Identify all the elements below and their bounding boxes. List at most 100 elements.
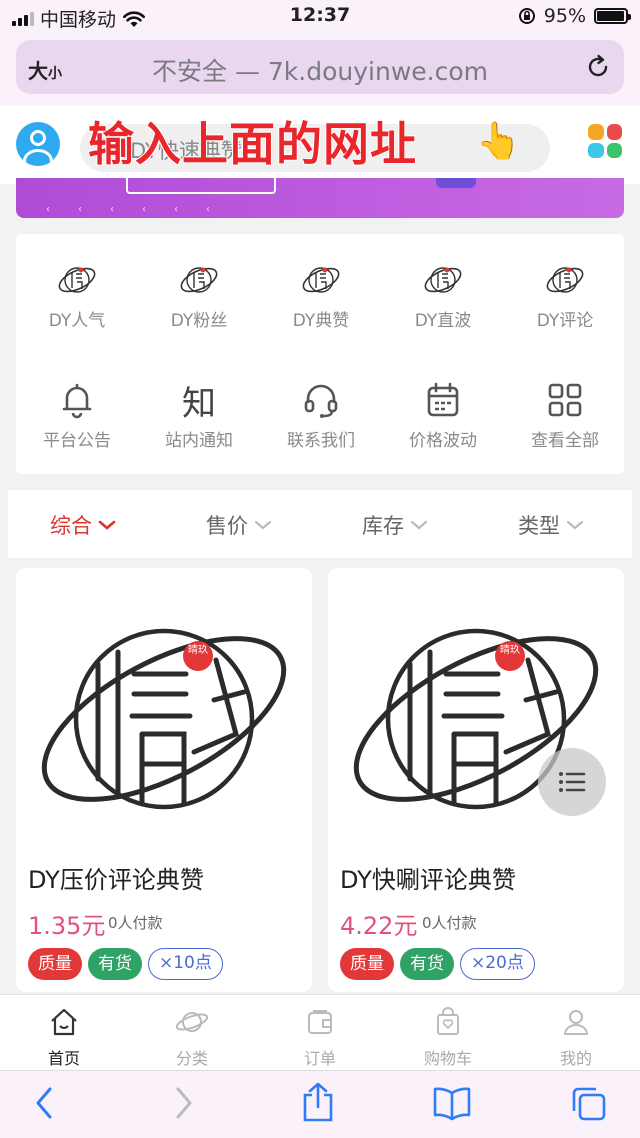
reload-icon[interactable]	[584, 53, 612, 81]
url-text[interactable]: 不安全 — 7k.douyinwe.com	[16, 52, 624, 88]
category-label: DY典赞	[292, 311, 350, 331]
tab-label: 购物车	[423, 1049, 472, 1068]
in-stock-tag: 有货	[400, 948, 454, 980]
category-dy-fensi[interactable]: DY粉丝	[138, 260, 260, 331]
browser-address-area: 大小 不安全 — 7k.douyinwe.com	[0, 34, 640, 106]
headset-icon	[260, 380, 382, 420]
category-label: 联系我们	[287, 431, 355, 451]
in-stock-tag: 有货	[88, 948, 142, 980]
share-icon[interactable]	[300, 1081, 336, 1123]
qingmei-logo-image: 晴玖	[41, 628, 287, 810]
qingmei-logo-icon	[16, 260, 138, 300]
category-grid: DY人气 DY粉丝 DY典赞 DY直波 DY评论 平台公告 知 站内通知 联系我…	[16, 234, 624, 474]
product-price: 1.35元	[28, 912, 106, 940]
category-view-all[interactable]: 查看全部	[504, 380, 626, 451]
category-label: DY评论	[536, 311, 594, 331]
tab-mine[interactable]: 我的	[512, 1005, 640, 1069]
app-menu-icon[interactable]	[588, 124, 622, 158]
filter-price[interactable]: 售价	[206, 510, 272, 540]
filter-stock[interactable]: 库存	[362, 510, 428, 540]
tab-label: 我的	[559, 1049, 592, 1068]
qingmei-logo-icon	[260, 260, 382, 300]
browser-toolbar	[0, 1070, 640, 1138]
filter-label: 类型	[518, 514, 560, 538]
category-announcement[interactable]: 平台公告	[16, 380, 138, 451]
bookmarks-icon[interactable]	[432, 1085, 472, 1121]
forward-icon[interactable]	[172, 1085, 196, 1121]
shopping-bag-icon	[384, 1005, 512, 1039]
overlay-caption: 输入上面的网址	[87, 116, 417, 172]
bottom-tab-bar: 首页 分类 订单 购物车 我的	[0, 994, 640, 1070]
status-bar: 中国移动 12:37 95%	[0, 0, 640, 34]
filter-label: 库存	[362, 514, 404, 538]
category-label: 价格波动	[409, 431, 477, 451]
back-icon[interactable]	[32, 1085, 56, 1121]
pointing-up-emoji-icon: 👆	[476, 121, 521, 162]
quality-tag: 质量	[340, 948, 394, 980]
category-label: DY直波	[414, 311, 472, 331]
chevron-down-icon	[254, 520, 272, 530]
product-name[interactable]: DY压价评论典赞	[28, 860, 204, 895]
chevron-down-icon	[566, 520, 584, 530]
filter-label: 售价	[206, 514, 248, 538]
tab-home[interactable]: 首页	[0, 1005, 128, 1069]
category-label: 平台公告	[43, 431, 111, 451]
zhi-text-icon: 知	[182, 383, 216, 424]
category-dy-zhibo[interactable]: DY直波	[382, 260, 504, 331]
calendar-icon	[382, 380, 504, 420]
status-right: 95%	[518, 5, 631, 27]
category-label: 站内通知	[165, 431, 233, 451]
planet-icon	[128, 1005, 256, 1039]
logo-stamp-text: 晴玖	[188, 643, 208, 656]
bell-icon	[16, 380, 138, 420]
address-bar[interactable]: 大小 不安全 — 7k.douyinwe.com	[16, 40, 624, 94]
banner-image[interactable]: ‹‹‹‹‹‹	[16, 178, 624, 218]
filter-comprehensive[interactable]: 综合	[50, 510, 116, 540]
logo-stamp-text: 晴玖	[500, 643, 520, 656]
product-tags: 质量 有货 ×20点	[340, 948, 535, 980]
list-icon	[559, 772, 586, 792]
category-dy-renqi[interactable]: DY人气	[16, 260, 138, 331]
user-icon	[512, 1005, 640, 1039]
tab-cart[interactable]: 购物车	[384, 1005, 512, 1069]
floating-menu-button[interactable]	[538, 748, 606, 816]
points-tag: ×20点	[460, 948, 535, 980]
product-tags: 质量 有货 ×10点	[28, 948, 223, 980]
tabs-icon[interactable]	[568, 1085, 608, 1123]
tab-label: 订单	[303, 1049, 336, 1068]
category-dy-dianzan[interactable]: DY典赞	[260, 260, 382, 331]
product-sold-count: 0人付款	[108, 914, 163, 932]
category-contact-us[interactable]: 联系我们	[260, 380, 382, 451]
avatar[interactable]	[16, 122, 60, 166]
category-price-change[interactable]: 价格波动	[382, 380, 504, 451]
tab-category[interactable]: 分类	[128, 1005, 256, 1069]
points-tag: ×10点	[148, 948, 223, 980]
tab-label: 分类	[175, 1049, 208, 1068]
chevron-down-icon	[98, 520, 116, 530]
category-site-notice[interactable]: 知 站内通知	[138, 380, 260, 452]
product-price: 4.22元	[340, 912, 418, 940]
grid-icon	[504, 380, 626, 420]
tab-orders[interactable]: 订单	[256, 1005, 384, 1069]
product-sold-count: 0人付款	[422, 914, 477, 932]
qingmei-logo-icon	[138, 260, 260, 300]
banner-device-illustration	[126, 178, 276, 194]
category-dy-pinglun[interactable]: DY评论	[504, 260, 626, 331]
battery-percent: 95%	[543, 5, 586, 27]
product-name[interactable]: DY快唰评论典赞	[340, 860, 516, 895]
sort-filter-bar: 综合 售价 库存 类型	[8, 490, 632, 558]
category-label: DY人气	[48, 311, 106, 331]
category-label: 查看全部	[531, 431, 599, 451]
quality-tag: 质量	[28, 948, 82, 980]
chevron-down-icon	[410, 520, 428, 530]
tab-label: 首页	[47, 1049, 80, 1068]
qingmei-logo-icon	[504, 260, 626, 300]
category-label: DY粉丝	[170, 311, 228, 331]
product-card[interactable]: 晴玖 DY压价评论典赞 1.35元 0人付款 质量 有货 ×10点	[16, 568, 312, 992]
orientation-lock-icon	[518, 8, 535, 24]
wallet-icon	[256, 1005, 384, 1039]
banner-arrows: ‹‹‹‹‹‹	[46, 204, 238, 215]
home-icon	[0, 1005, 128, 1039]
qingmei-logo-icon	[382, 260, 504, 300]
filter-type[interactable]: 类型	[518, 510, 584, 540]
